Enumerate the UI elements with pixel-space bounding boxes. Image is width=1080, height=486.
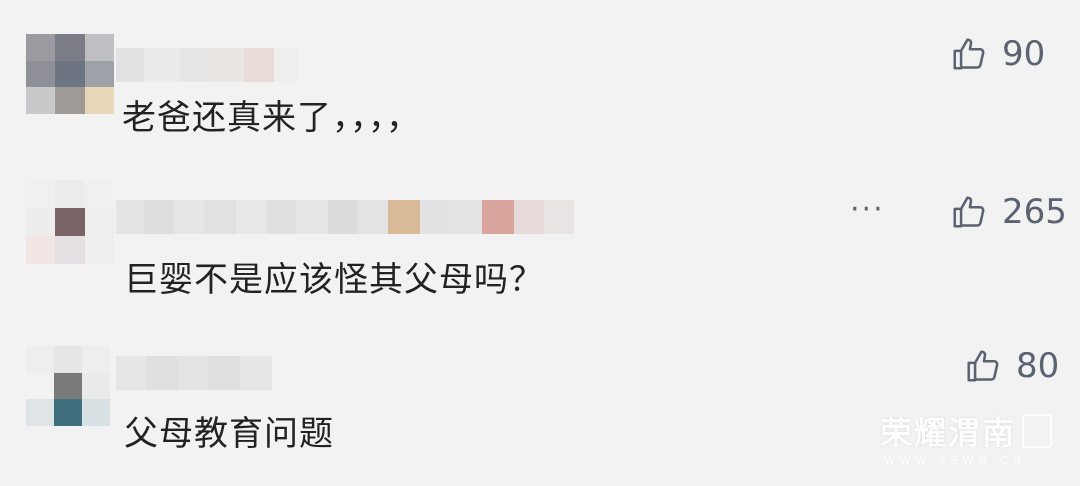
thumbs-up-icon — [964, 347, 1002, 385]
watermark-title-row: 荣耀渭南 — [880, 408, 1053, 454]
more-dots-icon[interactable]: ··· — [850, 192, 885, 227]
comment-text: 父母教育问题 — [124, 414, 334, 454]
like-count: 80 — [1016, 346, 1060, 386]
avatar[interactable] — [26, 180, 114, 264]
username-blurred[interactable] — [116, 48, 298, 82]
thumbs-up-icon — [950, 193, 988, 231]
watermark-logo-icon — [1022, 414, 1053, 448]
username-blurred[interactable] — [116, 356, 272, 390]
like-button[interactable]: 90 — [950, 34, 1045, 74]
thumbs-up-icon — [950, 35, 988, 73]
comment-text: 巨婴不是应该怪其父母吗？ — [124, 260, 544, 300]
like-count: 90 — [1002, 34, 1046, 74]
like-button[interactable]: 80 — [964, 346, 1059, 386]
watermark-title: 荣耀渭南 — [880, 414, 1017, 452]
comment-text: 老爸还真来了，，，， — [122, 98, 421, 138]
like-count: 265 — [1002, 192, 1067, 232]
comment-1: 老爸还真来了，，，， 90 — [0, 0, 1080, 160]
like-button[interactable]: 265 — [950, 192, 1067, 232]
username-blurred[interactable] — [116, 200, 574, 234]
watermark-subtitle: WWW.YSWN.CN — [884, 454, 1027, 467]
avatar[interactable] — [26, 346, 110, 426]
watermark: 荣耀渭南 WWW.YSWN.CN — [880, 408, 1053, 467]
avatar[interactable] — [26, 34, 114, 114]
comment-2: 巨婴不是应该怪其父母吗？ ··· 265 — [0, 160, 1080, 320]
